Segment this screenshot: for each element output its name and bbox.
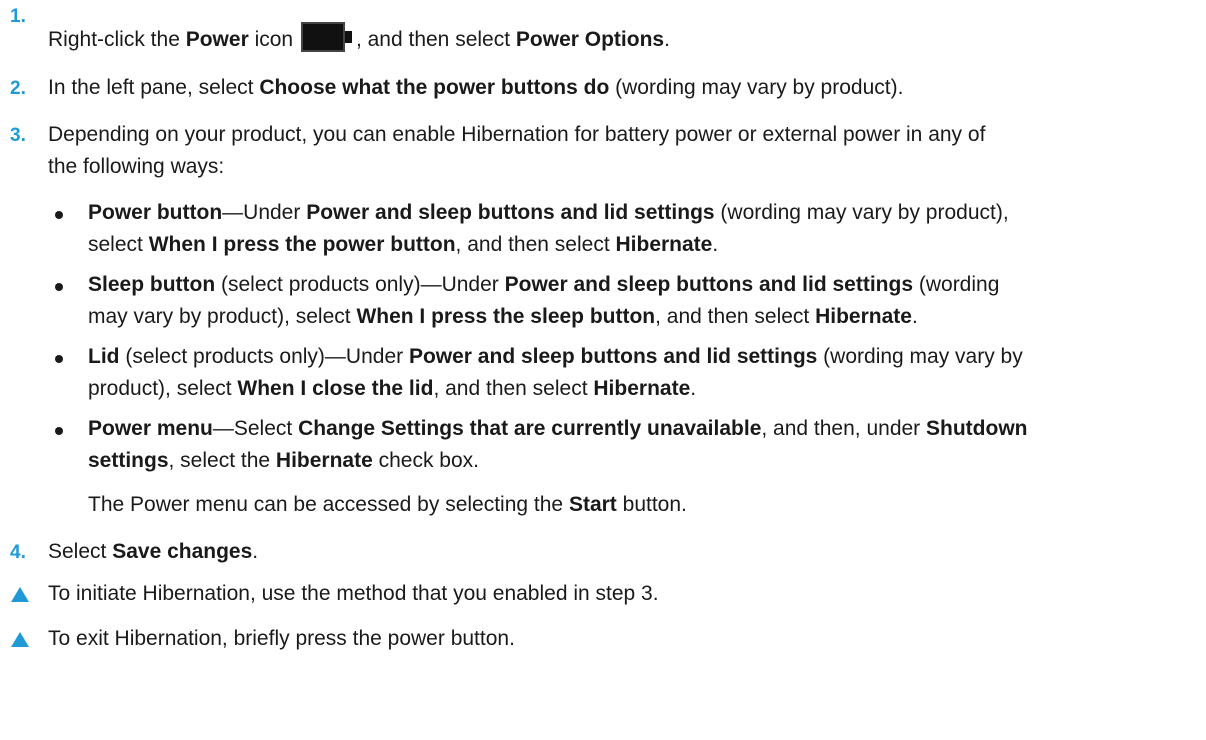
text-run: , and then select: [433, 377, 594, 400]
text-run: check box.: [372, 449, 479, 472]
triangle-bullet-icon: [11, 587, 29, 602]
step-number: 2.: [10, 78, 26, 99]
text-run: select: [88, 233, 149, 256]
text-run: (wording may vary by: [817, 345, 1023, 368]
step-number: 4.: [10, 542, 26, 563]
bullet-power-menu: Power menu—Select Change Settings that a…: [88, 413, 1192, 477]
bold-term: Power: [185, 28, 249, 51]
bold-term: Hibernate: [615, 233, 713, 256]
bullet-sleep-button: Sleep button (select products only)—Unde…: [88, 269, 1192, 333]
text-run: .: [712, 233, 719, 256]
bullet-dot: [55, 283, 63, 291]
battery-icon: [300, 22, 353, 53]
bullet-power-button: Power button—Under Power and sleep butto…: [88, 197, 1192, 261]
bold-term: settings: [88, 449, 169, 472]
text-run: .: [690, 377, 697, 400]
text-run: (wording may vary by product),: [714, 201, 1009, 224]
text-run: .: [911, 305, 918, 328]
text-run: Depending on your product, you can enabl…: [48, 123, 986, 146]
bold-term: Lid: [88, 345, 120, 368]
text-run: , select the: [168, 449, 276, 472]
step-number: 3.: [10, 125, 26, 146]
text-run: In the left pane, select: [48, 76, 260, 99]
step-1-text: Right-click the Power icon , and then se…: [48, 22, 1192, 56]
bullet-note: The Power menu can be accessed by select…: [88, 489, 1192, 521]
bold-term: Hibernate: [815, 305, 912, 328]
bold-term: Hibernate: [275, 449, 373, 472]
text-run: (wording: [913, 273, 1000, 296]
triangle-bullet-icon: [11, 632, 29, 647]
bold-term: When I press the power button: [148, 233, 456, 256]
bold-term: Hibernate: [593, 377, 691, 400]
step-4-text: Select Save changes.: [48, 536, 1192, 568]
text-run: .: [252, 540, 259, 563]
text-run: The Power menu can be accessed by select…: [88, 493, 569, 516]
bold-term: Power Options: [515, 28, 665, 51]
note-initiate: To initiate Hibernation, use the method …: [48, 582, 659, 605]
bold-term: Power and sleep buttons and lid settings: [306, 201, 715, 224]
text-run: product), select: [88, 377, 238, 400]
step-3-text: Depending on your product, you can enabl…: [48, 119, 1192, 183]
text-run: , and then select: [355, 28, 516, 51]
bold-term: Start: [568, 493, 617, 516]
bold-term: Choose what the power buttons do: [259, 76, 610, 99]
bold-term: Power button: [88, 201, 223, 224]
text-run: (select products only)—Under: [119, 345, 409, 368]
text-run: , and then select: [655, 305, 816, 328]
step-number: 1.: [10, 6, 26, 27]
bold-term: Change Settings that are currently unava…: [298, 417, 762, 440]
bold-term: When I press the sleep button: [356, 305, 656, 328]
bullet-dot: [55, 211, 63, 219]
text-run: , and then, under: [761, 417, 927, 440]
text-run: button.: [616, 493, 687, 516]
bullet-lid: Lid (select products only)—Under Power a…: [88, 341, 1192, 405]
note-exit: To exit Hibernation, briefly press the p…: [48, 627, 515, 650]
step-2-text: In the left pane, select Choose what the…: [48, 72, 1192, 104]
bold-term: Power and sleep buttons and lid settings: [504, 273, 914, 296]
text-run: Select: [48, 540, 113, 563]
bullet-dot: [55, 427, 63, 435]
text-run: may vary by product), select: [88, 305, 357, 328]
text-run: .: [664, 28, 670, 51]
bold-term: Shutdown: [926, 417, 1028, 440]
bold-term: When I close the lid: [237, 377, 434, 400]
text-run: (select products only)—Under: [215, 273, 505, 296]
bold-term: Power and sleep buttons and lid settings: [408, 345, 818, 368]
text-run: icon: [248, 28, 299, 51]
bold-term: Save changes: [112, 540, 253, 563]
text-run: the following ways:: [48, 155, 225, 178]
text-run: , and then select: [455, 233, 616, 256]
text-run: Right-click the: [48, 28, 186, 51]
bullet-dot: [55, 355, 63, 363]
bold-term: Sleep button: [88, 273, 216, 296]
text-run: —Under: [222, 201, 307, 224]
bold-term: Power menu: [88, 417, 213, 440]
text-run: (wording may vary by product).: [609, 76, 904, 99]
text-run: —Select: [212, 417, 299, 440]
